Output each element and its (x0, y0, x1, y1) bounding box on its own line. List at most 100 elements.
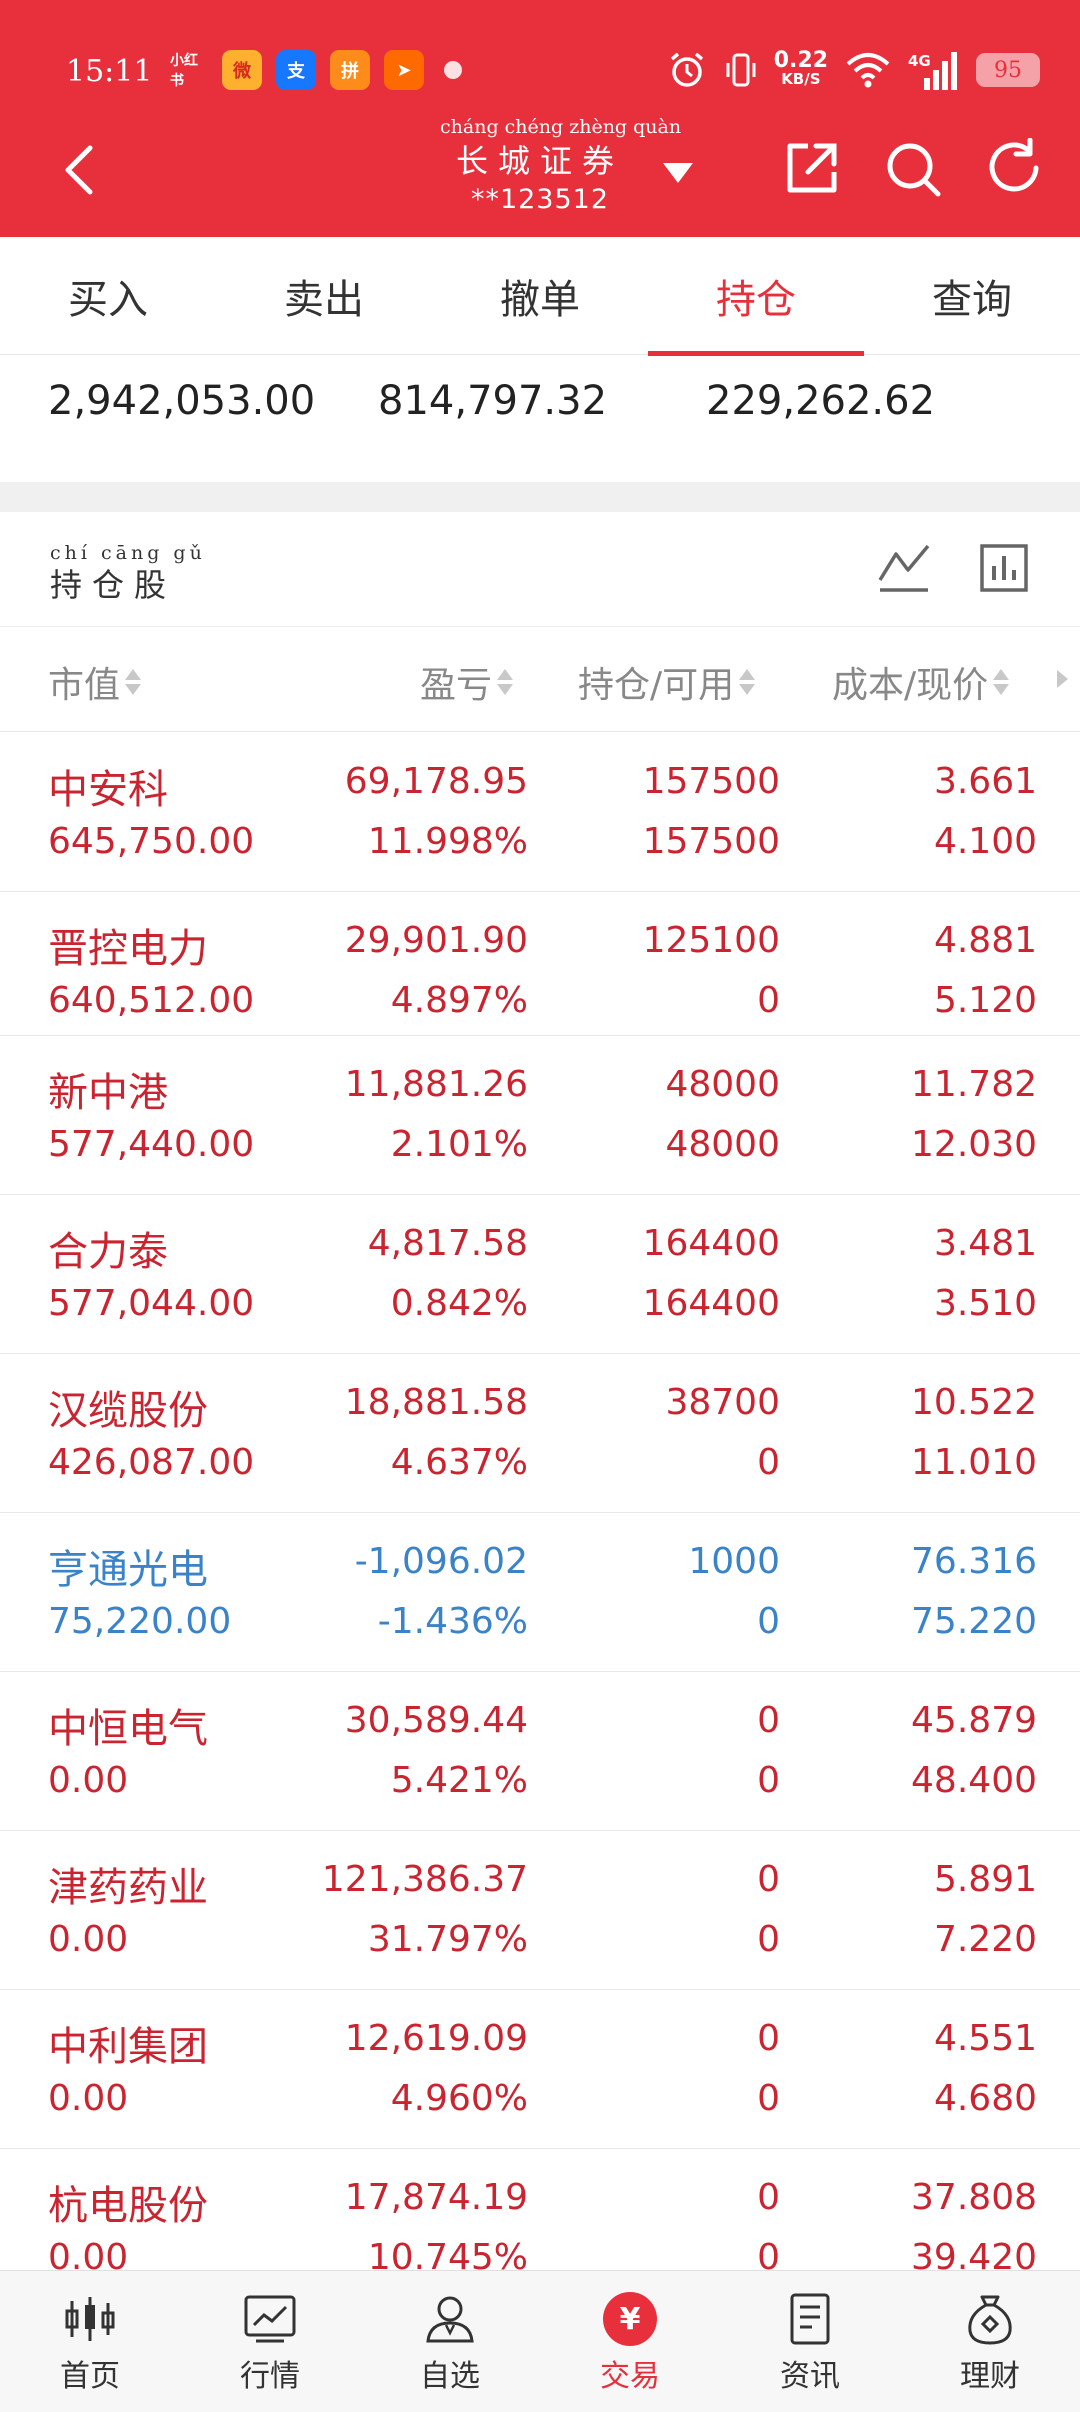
nav-home[interactable]: 首页 (0, 2271, 180, 2412)
asset-summary: 2,942,053.00 814,797.32 229,262.62 (0, 356, 1080, 482)
bar-chart-icon[interactable] (978, 540, 1030, 600)
current-price: 3.510 (933, 1283, 1037, 1324)
current-price: 7.220 (933, 1919, 1037, 1960)
market-value: 426,087.00 (48, 1442, 255, 1483)
nav-wealth[interactable]: 理财 (900, 2271, 1080, 2412)
profit-loss: 69,178.95 (344, 761, 528, 802)
nav-news[interactable]: 资讯 (720, 2271, 900, 2412)
cost-price: 37.808 (911, 2177, 1037, 2218)
position-qty: 38700 (665, 1382, 780, 1423)
table-row[interactable]: 津药药业 0.00 121,386.37 31.797% 0 0 5.891 7… (0, 1831, 1080, 1990)
tab-query[interactable]: 查询 (864, 237, 1080, 355)
table-row[interactable]: 中恒电气 0.00 30,589.44 5.421% 0 0 45.879 48… (0, 1672, 1080, 1831)
nav-trade[interactable]: ¥ 交易 (540, 2271, 720, 2412)
table-row[interactable]: 亨通光电 75,220.00 -1,096.02 -1.436% 1000 0 … (0, 1513, 1080, 1672)
nav-watchlist[interactable]: 自选 (360, 2271, 540, 2412)
available-qty: 0 (757, 1760, 780, 1801)
network-type-label: 4G (908, 52, 931, 70)
profit-loss: 30,589.44 (344, 1700, 528, 1741)
tab-buy[interactable]: 买入 (0, 237, 216, 355)
sort-arrows-icon (992, 665, 1010, 699)
current-price: 4.100 (933, 821, 1037, 862)
stock-name: 合力泰 (48, 1229, 168, 1275)
tab-holdings[interactable]: 持仓 (648, 237, 864, 356)
available-qty: 164400 (642, 1283, 780, 1324)
refresh-icon[interactable] (984, 137, 1046, 200)
market-value: 0.00 (48, 1919, 129, 1960)
table-row[interactable]: 中利集团 0.00 12,619.09 4.960% 0 0 4.551 4.6… (0, 1990, 1080, 2149)
profit-loss-percent: 4.897% (390, 980, 528, 1021)
share-icon[interactable] (780, 138, 842, 200)
table-row[interactable]: 合力泰 577,044.00 4,817.58 0.842% 164400 16… (0, 1195, 1080, 1354)
nav-market[interactable]: 行情 (180, 2271, 360, 2412)
stock-name: 中恒电气 (48, 1706, 208, 1752)
current-price: 4.680 (933, 2078, 1037, 2119)
holdings-title: chí cāng gǔ 持仓股 (50, 542, 206, 606)
header-actions (780, 137, 1046, 200)
cost-price: 11.782 (911, 1064, 1037, 1105)
profit-loss: 18,881.58 (344, 1382, 528, 1423)
stock-name: 亨通光电 (48, 1547, 208, 1593)
section-actions (876, 540, 1030, 600)
vibrate-icon (724, 49, 758, 91)
holdings-column-headers: 市值 盈亏 持仓/可用 成本/现价 (0, 628, 1080, 732)
position-qty: 164400 (642, 1223, 780, 1264)
cost-price: 3.481 (933, 1223, 1037, 1264)
sort-profit-loss[interactable]: 盈亏 (420, 656, 514, 708)
back-button[interactable] (52, 140, 112, 200)
wifi-icon (844, 50, 892, 90)
available-qty: 0 (757, 1601, 780, 1642)
signal-icon: 4G (908, 48, 960, 92)
column-profit-loss: 盈亏 (420, 665, 493, 706)
account-dropdown-icon[interactable] (660, 158, 696, 188)
profit-loss-percent: -1.436% (377, 1601, 528, 1642)
profit-loss: 121,386.37 (321, 1859, 528, 1900)
chart-icon (240, 2291, 300, 2347)
sort-market-value[interactable]: 市值 (48, 656, 142, 708)
broker-pinyin: cháng chéng zhèng quàn (440, 116, 682, 138)
summary-value-2: 814,797.32 (378, 378, 608, 424)
trade-tabs: 买入 卖出 撤单 持仓 查询 (0, 237, 1080, 356)
search-icon[interactable] (882, 138, 944, 200)
position-qty: 0 (757, 1859, 780, 1900)
xiaohongshu-icon: 小红书 (170, 53, 198, 89)
pinduoduo-icon: 拼 (330, 50, 370, 90)
network-speed-unit: KB/S (781, 70, 821, 88)
line-chart-icon[interactable] (876, 540, 932, 600)
battery-indicator: 95 (976, 53, 1040, 87)
current-price: 5.120 (933, 980, 1037, 1021)
stock-name: 中安科 (48, 767, 168, 813)
tab-sell[interactable]: 卖出 (216, 237, 432, 355)
broker-selector[interactable]: cháng chéng zhèng quàn 长城证券 **123512 (440, 116, 682, 215)
holdings-section-header: chí cāng gǔ 持仓股 (0, 512, 1080, 627)
market-value: 0.00 (48, 2078, 129, 2119)
table-row[interactable]: 晋控电力 640,512.00 29,901.90 4.897% 125100 … (0, 892, 1080, 1036)
summary-value-3: 229,262.62 (706, 378, 936, 424)
cost-price: 3.661 (933, 761, 1037, 802)
sort-arrows-icon (738, 665, 756, 699)
status-bar: 15:11 小红书 微 支 拼 ➤ 0.22 KB/S 4G 95 (0, 40, 1080, 100)
nav-news-label: 资讯 (780, 2359, 840, 2394)
table-row[interactable]: 中安科 645,750.00 69,178.95 11.998% 157500 … (0, 733, 1080, 892)
market-value: 0.00 (48, 1760, 129, 1801)
person-icon (420, 2291, 480, 2347)
current-price: 11.010 (911, 1442, 1037, 1483)
account-number: **123512 (470, 184, 610, 215)
current-price: 75.220 (911, 1601, 1037, 1642)
available-qty: 48000 (665, 1124, 780, 1165)
sort-cost-price[interactable]: 成本/现价 (832, 656, 1010, 708)
stock-name: 汉缆股份 (48, 1388, 208, 1434)
market-value: 577,440.00 (48, 1124, 255, 1165)
scroll-right-arrow-icon[interactable] (1057, 670, 1068, 688)
alipay-icon: 支 (276, 50, 316, 90)
table-row[interactable]: 汉缆股份 426,087.00 18,881.58 4.637% 38700 0… (0, 1354, 1080, 1513)
yuan-icon: ¥ (600, 2291, 660, 2347)
more-notifications-icon (444, 61, 462, 79)
tab-cancel[interactable]: 撤单 (432, 237, 648, 355)
position-qty: 157500 (642, 761, 780, 802)
profit-loss-percent: 11.998% (367, 821, 528, 862)
network-speed: 0.22 KB/S (774, 50, 828, 89)
table-row[interactable]: 新中港 577,440.00 11,881.26 2.101% 48000 48… (0, 1036, 1080, 1195)
broker-name: 长城证券 (455, 142, 624, 180)
sort-position[interactable]: 持仓/可用 (578, 656, 756, 708)
